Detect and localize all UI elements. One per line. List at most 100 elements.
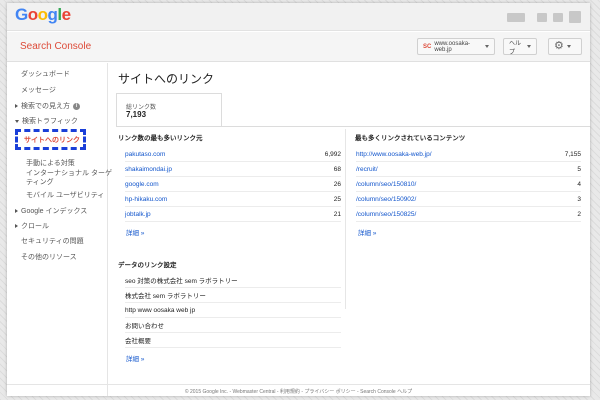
- anchors-more-link[interactable]: 詳細 »: [126, 353, 144, 363]
- avatar[interactable]: [569, 11, 581, 23]
- source-domain-link[interactable]: pakutaso.com: [125, 151, 165, 158]
- anchor-text: seo 対策の株式会社 sem ラボラトリー: [125, 278, 238, 285]
- source-domain-link[interactable]: hp-hikaku.com: [125, 196, 167, 203]
- sidebar-item-search-appearance[interactable]: 検索での見え方 i: [15, 101, 80, 111]
- link-count: 2: [577, 210, 581, 218]
- anchor-text: 会社概要: [125, 338, 151, 345]
- page-title: サイトへのリンク: [118, 72, 215, 86]
- chevron-right-icon: [15, 104, 18, 109]
- anchor-text: お問い合わせ: [125, 323, 164, 330]
- google-logo[interactable]: Google: [15, 5, 71, 25]
- notifications-icon[interactable]: [553, 13, 563, 22]
- help-label: ヘルプ: [509, 40, 522, 56]
- sidebar-item-google-index[interactable]: Google インデックス: [15, 206, 87, 216]
- logo-letter: o: [37, 5, 48, 24]
- list-item: http www oosaka web jp: [125, 303, 341, 318]
- gear-icon: ⚙: [554, 40, 564, 52]
- link-count: 26: [333, 180, 341, 188]
- link-count: 3: [577, 195, 581, 203]
- sidebar-item-dashboard[interactable]: ダッシュボード: [21, 69, 70, 79]
- table-row: jobtalk.jp 21: [125, 207, 341, 222]
- main-content: サイトへのリンク 総リンク数 7,193 リンク数の最も多いリンク元 pakut…: [116, 63, 590, 383]
- list-item: お問い合わせ: [125, 318, 341, 333]
- logo-letter: g: [47, 5, 58, 24]
- sidebar-item-label: ダッシュボード: [21, 71, 70, 78]
- sidebar-item-search-traffic[interactable]: 検索トラフィック: [15, 116, 78, 126]
- sidebar-item-international-targeting[interactable]: インターナショナル ターゲ ティング: [26, 169, 112, 187]
- table-row: /column/seo/150810/4: [356, 177, 581, 192]
- sidebar-item-label: クロール: [21, 223, 49, 230]
- source-domain-link[interactable]: google.com: [125, 181, 159, 188]
- content-path-link[interactable]: /column/seo/150810/: [356, 181, 416, 188]
- source-domain-link[interactable]: jobtalk.jp: [125, 211, 151, 218]
- link-count: 21: [333, 210, 341, 218]
- console-header: Search Console SC www.oosaka-web.jp ヘルプ …: [7, 32, 590, 62]
- content-path-link[interactable]: http://www.oosaka-web.jp/: [356, 151, 432, 158]
- list-item: seo 対策の株式会社 sem ラボラトリー: [125, 273, 341, 288]
- chevron-down-icon: [15, 119, 19, 123]
- table-row: http://www.oosaka-web.jp/7,155: [356, 147, 581, 162]
- sidebar: ダッシュボード メッセージ 検索での見え方 i 検索トラフィック サイトへのリンク…: [7, 63, 112, 396]
- sidebar-item-label: メッセージ: [21, 87, 56, 94]
- sidebar-item-other-resources[interactable]: その他のリソース: [21, 252, 77, 262]
- link-count: 7,155: [564, 150, 581, 158]
- table-row: hp-hikaku.com 25: [125, 192, 341, 207]
- anchor-text: http www oosaka web jp: [125, 306, 196, 314]
- total-links-card: 総リンク数 7,193: [116, 93, 222, 126]
- chevron-right-icon: [15, 209, 18, 214]
- content-path-link[interactable]: /column/seo/150902/: [356, 196, 416, 203]
- chevron-down-icon: [566, 45, 571, 48]
- source-domain-link[interactable]: shakaimondai.jp: [125, 166, 172, 173]
- content-path-link[interactable]: /recruit/: [356, 166, 378, 173]
- site-selector[interactable]: SC www.oosaka-web.jp: [417, 38, 495, 55]
- table-row: /column/seo/150902/3: [356, 192, 581, 207]
- sidebar-item-label: Google インデックス: [21, 208, 88, 215]
- link-count: 5: [577, 165, 581, 173]
- link-count: 6,992: [324, 150, 341, 158]
- help-button[interactable]: ヘルプ: [503, 38, 537, 56]
- sidebar-item-messages[interactable]: メッセージ: [21, 85, 56, 95]
- settings-button[interactable]: ⚙: [548, 38, 582, 55]
- google-bar: Google: [7, 3, 590, 31]
- sources-more-link[interactable]: 詳細 »: [126, 227, 144, 237]
- sidebar-item-label: 手動による対策: [26, 160, 75, 167]
- sidebar-item-crawl[interactable]: クロール: [15, 221, 49, 231]
- list-item: 株式会社 sem ラボラトリー: [125, 288, 341, 303]
- logo-letter: G: [15, 5, 28, 24]
- link-count: 25: [333, 195, 341, 203]
- table-row: /recruit/5: [356, 162, 581, 177]
- sidebar-item-label-line2: ティング: [26, 179, 54, 186]
- sidebar-item-label: モバイル ユーザビリティ: [26, 192, 105, 199]
- chevron-down-icon: [527, 45, 531, 48]
- site-url: www.oosaka-web.jp: [434, 40, 471, 53]
- product-title[interactable]: Search Console: [20, 41, 91, 52]
- sidebar-item-manual-actions[interactable]: 手動による対策: [26, 158, 75, 168]
- chevron-right-icon: [15, 224, 18, 229]
- sidebar-item-links-to-site[interactable]: サイトへのリンク: [15, 129, 86, 150]
- sidebar-item-security-issues[interactable]: セキュリティの問題: [21, 236, 84, 246]
- top-sources-title: リンク数の最も多いリンク元: [118, 135, 203, 142]
- link-count: 4: [577, 180, 581, 188]
- site-badge: SC: [423, 43, 432, 50]
- browser-frame: Google Search Console SC www.oosaka-web.…: [7, 3, 590, 396]
- column-divider: [345, 129, 346, 309]
- logo-letter: e: [61, 5, 71, 24]
- sidebar-item-label: 検索での見え方: [21, 103, 70, 110]
- anchor-text: 株式会社 sem ラボラトリー: [125, 293, 206, 300]
- anchor-text-title: データのリンク設定: [118, 262, 177, 269]
- content-more-link[interactable]: 詳細 »: [358, 227, 376, 237]
- account-redacted: [507, 13, 525, 22]
- sidebar-item-mobile-usability[interactable]: モバイル ユーザビリティ: [26, 190, 104, 200]
- chevron-down-icon: [485, 45, 489, 48]
- sidebar-item-label: その他のリソース: [21, 254, 77, 261]
- table-row: pakutaso.com 6,992: [125, 147, 341, 162]
- total-links-value: 7,193: [126, 110, 147, 119]
- list-item: 会社概要: [125, 333, 341, 348]
- apps-icon[interactable]: [537, 13, 547, 22]
- content-path-link[interactable]: /column/seo/150825/: [356, 211, 416, 218]
- table-row: google.com 26: [125, 177, 341, 192]
- sidebar-item-label: サイトへのリンク: [24, 136, 80, 144]
- info-icon[interactable]: i: [73, 102, 80, 110]
- sidebar-item-label: セキュリティの問題: [21, 238, 84, 245]
- top-content-title: 最も多くリンクされているコンテンツ: [355, 135, 466, 142]
